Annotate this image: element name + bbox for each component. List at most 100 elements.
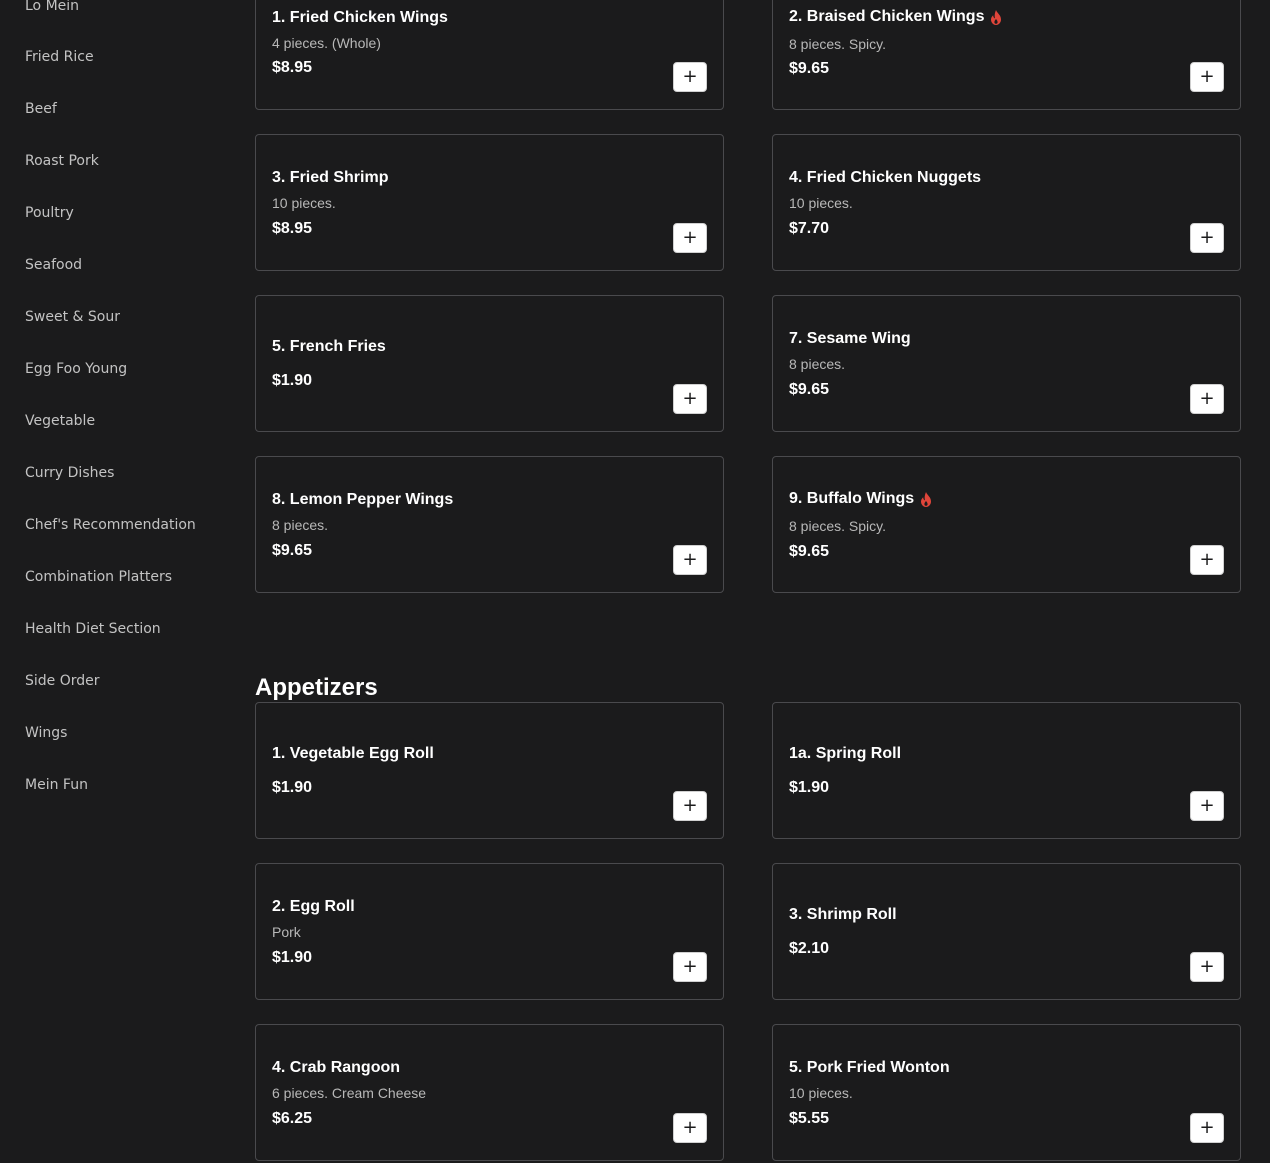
plus-icon: +: [682, 227, 698, 248]
menu-item-card[interactable]: 2. Egg Roll Pork $1.90 +: [255, 863, 724, 1000]
add-to-cart-button[interactable]: +: [1190, 952, 1224, 982]
add-to-cart-button[interactable]: +: [1190, 384, 1224, 414]
add-to-cart-button[interactable]: +: [1190, 223, 1224, 253]
item-description: 8 pieces. Spicy.: [789, 36, 887, 52]
item-price: $1.90: [272, 949, 313, 966]
add-to-cart-button[interactable]: +: [673, 62, 707, 92]
item-description: 6 pieces. Cream Cheese: [272, 1085, 427, 1101]
item-description: 10 pieces.: [789, 1085, 853, 1101]
sidebar-item-health-diet-section[interactable]: Health Diet Section: [25, 620, 161, 638]
sidebar-item-combination-platters[interactable]: Combination Platters: [25, 568, 172, 586]
add-to-cart-button[interactable]: +: [1190, 545, 1224, 575]
item-price: $6.25: [272, 1110, 313, 1127]
menu-item-card[interactable]: 1. Fried Chicken Wings 4 pieces. (Whole)…: [255, 0, 724, 110]
item-description: 4 pieces. (Whole): [272, 35, 381, 51]
add-to-cart-button[interactable]: +: [673, 223, 707, 253]
item-name: 3. Fried Shrimp: [272, 169, 389, 186]
menu-item-card[interactable]: 5. Pork Fried Wonton 10 pieces. $5.55 +: [772, 1024, 1241, 1161]
item-description: 8 pieces.: [272, 517, 329, 533]
plus-icon: +: [682, 1117, 698, 1138]
menu-item-card[interactable]: 9. Buffalo Wings 8 pieces. Spicy. $9.65 …: [772, 456, 1241, 593]
item-price: $8.95: [272, 59, 313, 76]
menu-item-card[interactable]: 1. Vegetable Egg Roll $1.90 +: [255, 702, 724, 839]
item-name: 1. Fried Chicken Wings: [272, 9, 448, 26]
add-to-cart-button[interactable]: +: [673, 545, 707, 575]
item-name: 1. Vegetable Egg Roll: [272, 745, 434, 762]
menu-item-card[interactable]: 1a. Spring Roll $1.90 +: [772, 702, 1241, 839]
sidebar-item-vegetable[interactable]: Vegetable: [25, 412, 95, 430]
menu-item-card[interactable]: 8. Lemon Pepper Wings 8 pieces. $9.65 +: [255, 456, 724, 593]
add-to-cart-button[interactable]: +: [673, 384, 707, 414]
item-price: $1.90: [272, 372, 313, 389]
category-sidebar: Lo Mein Fried Rice Beef Roast Pork Poult…: [0, 0, 230, 1163]
plus-icon: +: [682, 549, 698, 570]
sidebar-item-side-order[interactable]: Side Order: [25, 672, 100, 690]
plus-icon: +: [682, 66, 698, 87]
item-price: $2.10: [789, 940, 830, 957]
menu-item-card[interactable]: 4. Crab Rangoon 6 pieces. Cream Cheese $…: [255, 1024, 724, 1161]
menu-item-card[interactable]: 3. Shrimp Roll $2.10 +: [772, 863, 1241, 1000]
sidebar-item-wings[interactable]: Wings: [25, 724, 67, 742]
sidebar-item-poultry[interactable]: Poultry: [25, 204, 74, 222]
item-price: $5.55: [789, 1110, 830, 1127]
item-name: 4. Crab Rangoon: [272, 1059, 401, 1076]
menu-item-card[interactable]: 4. Fried Chicken Nuggets 10 pieces. $7.7…: [772, 134, 1241, 271]
plus-icon: +: [682, 956, 698, 977]
item-price: $7.70: [789, 220, 830, 237]
item-name: 3. Shrimp Roll: [789, 906, 897, 923]
plus-icon: +: [1199, 66, 1215, 87]
item-price: $9.65: [789, 381, 830, 398]
plus-icon: +: [1199, 1117, 1215, 1138]
spicy-icon: [991, 9, 1002, 25]
menu-item-card[interactable]: 3. Fried Shrimp 10 pieces. $8.95 +: [255, 134, 724, 271]
add-to-cart-button[interactable]: +: [1190, 1113, 1224, 1143]
item-name: 4. Fried Chicken Nuggets: [789, 169, 982, 186]
item-description: 8 pieces. Spicy.: [789, 518, 887, 534]
plus-icon: +: [1199, 227, 1215, 248]
sidebar-item-roast-pork[interactable]: Roast Pork: [25, 152, 99, 170]
menu-item-card[interactable]: 5. French Fries $1.90 +: [255, 295, 724, 432]
spicy-icon: [921, 491, 932, 507]
add-to-cart-button[interactable]: +: [673, 1113, 707, 1143]
item-name: 5. Pork Fried Wonton: [789, 1059, 950, 1076]
sidebar-item-sweet-sour[interactable]: Sweet & Sour: [25, 308, 120, 326]
item-name: 9. Buffalo Wings: [789, 490, 915, 507]
plus-icon: +: [1199, 956, 1215, 977]
item-price: $8.95: [272, 220, 313, 237]
item-name: 5. French Fries: [272, 338, 386, 355]
item-price: $9.65: [789, 60, 830, 77]
item-price: $1.90: [272, 779, 313, 796]
menu-content: 1. Fried Chicken Wings 4 pieces. (Whole)…: [255, 0, 1241, 1163]
add-to-cart-button[interactable]: +: [1190, 62, 1224, 92]
plus-icon: +: [682, 388, 698, 409]
menu-item-card[interactable]: 7. Sesame Wing 8 pieces. $9.65 +: [772, 295, 1241, 432]
add-to-cart-button[interactable]: +: [1190, 791, 1224, 821]
item-name: 1a. Spring Roll: [789, 745, 902, 762]
menu-item-card[interactable]: 2. Braised Chicken Wings 8 pieces. Spicy…: [772, 0, 1241, 110]
plus-icon: +: [1199, 388, 1215, 409]
plus-icon: +: [682, 795, 698, 816]
item-price: $9.65: [272, 542, 313, 559]
sidebar-item-fried-rice[interactable]: Fried Rice: [25, 48, 94, 66]
sidebar-item-curry-dishes[interactable]: Curry Dishes: [25, 464, 114, 482]
sidebar-item-lo-mein[interactable]: Lo Mein: [25, 0, 79, 15]
item-price: $1.90: [789, 779, 830, 796]
item-description: Pork: [272, 924, 301, 940]
plus-icon: +: [1199, 549, 1215, 570]
item-name: 2. Egg Roll: [272, 898, 355, 915]
plus-icon: +: [1199, 795, 1215, 816]
add-to-cart-button[interactable]: +: [673, 952, 707, 982]
item-description: 8 pieces.: [789, 356, 846, 372]
add-to-cart-button[interactable]: +: [673, 791, 707, 821]
item-name: 7. Sesame Wing: [789, 330, 911, 347]
item-name: 2. Braised Chicken Wings: [789, 8, 985, 25]
sidebar-item-mein-fun[interactable]: Mein Fun: [25, 776, 88, 794]
sidebar-item-seafood[interactable]: Seafood: [25, 256, 82, 274]
sidebar-item-beef[interactable]: Beef: [25, 100, 57, 118]
sidebar-item-chefs-recommendation[interactable]: Chef's Recommendation: [25, 516, 196, 534]
item-description: 10 pieces.: [789, 195, 853, 211]
sidebar-item-egg-foo-young[interactable]: Egg Foo Young: [25, 360, 127, 378]
item-name: 8. Lemon Pepper Wings: [272, 491, 454, 508]
section-title-appetizers: Appetizers: [255, 673, 378, 701]
item-price: $9.65: [789, 543, 830, 560]
